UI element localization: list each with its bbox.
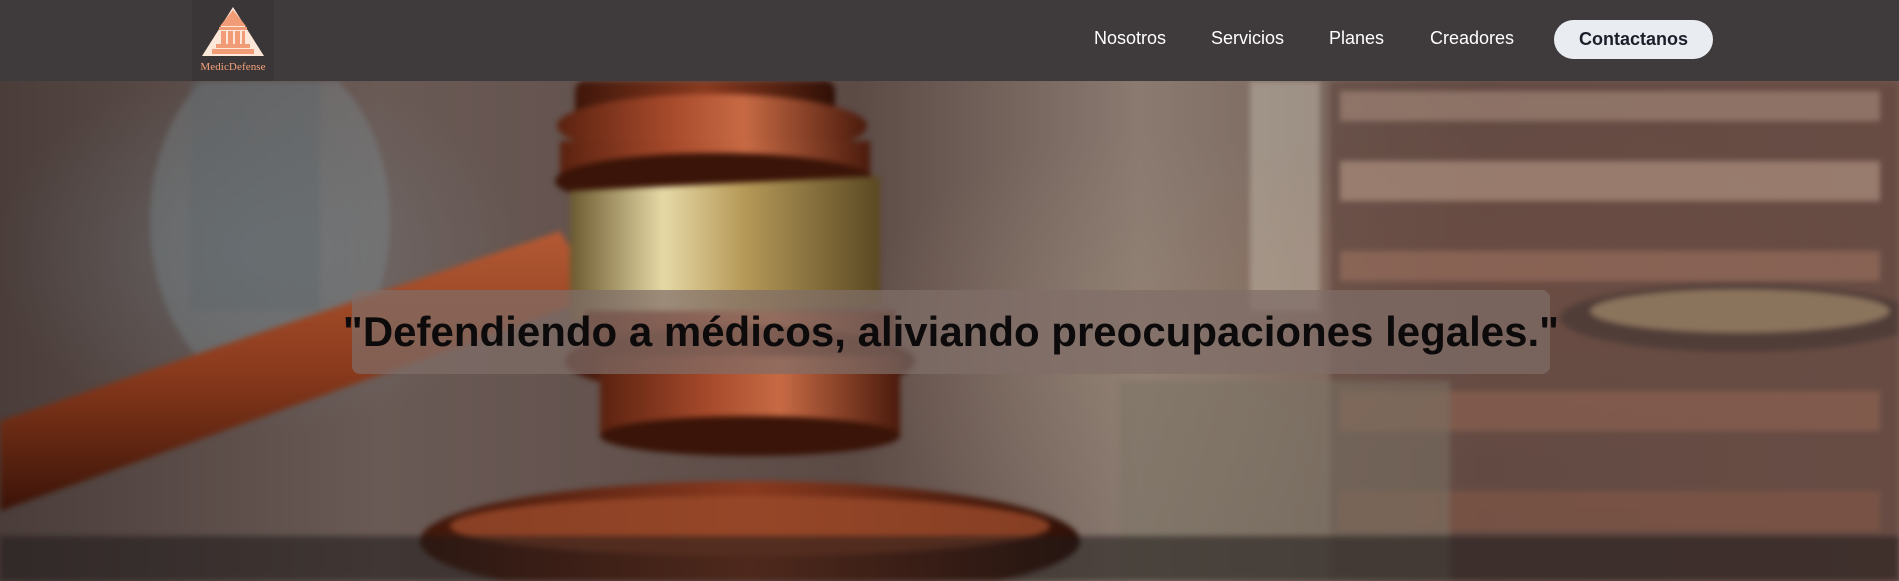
logo-link[interactable]: MedicDefense bbox=[192, 0, 274, 81]
contact-button[interactable]: Contactanos bbox=[1554, 20, 1713, 59]
site-header: MedicDefense Nosotros Servicios Planes C… bbox=[0, 0, 1899, 81]
nav-link-servicios[interactable]: Servicios bbox=[1211, 28, 1284, 49]
nav-link-creadores[interactable]: Creadores bbox=[1430, 28, 1514, 49]
logo-text: MedicDefense bbox=[200, 61, 266, 73]
hero-quote: "Defendiendo a médicos, aliviando preocu… bbox=[342, 308, 1560, 355]
hero-section: "Defendiendo a médicos, aliviando preocu… bbox=[0, 81, 1899, 581]
nav-link-nosotros[interactable]: Nosotros bbox=[1094, 28, 1166, 49]
nav-link-planes[interactable]: Planes bbox=[1329, 28, 1384, 49]
courthouse-icon bbox=[202, 7, 264, 56]
hero-quote-box: "Defendiendo a médicos, aliviando preocu… bbox=[343, 290, 1559, 374]
